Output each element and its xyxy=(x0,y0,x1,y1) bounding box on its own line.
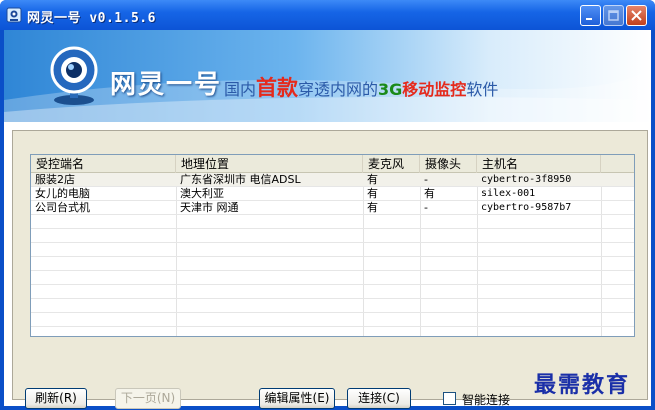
column-header-camera[interactable]: 摄像头 xyxy=(420,155,477,173)
empty-row xyxy=(31,215,634,229)
cell-hostname: cybertro-3f8950 xyxy=(481,174,572,185)
table-row[interactable]: 女儿的电脑 澳大利亚 有 有 silex-001 xyxy=(31,187,634,201)
cell-microphone: 有 xyxy=(367,187,378,200)
app-window: 网灵一号 v0.1.5.6 网灵一号 国内首款穿透内网的3G移动监控软件 受控端… xyxy=(0,0,655,410)
client-list[interactable]: 受控端名 地理位置 麦克风 摄像头 主机名 服装2店 广东省深圳市 电信ADSL xyxy=(30,154,635,337)
main-panel: 受控端名 地理位置 麦克风 摄像头 主机名 服装2店 广东省深圳市 电信ADSL xyxy=(12,130,648,409)
close-icon xyxy=(631,10,642,21)
watermark-text: 最需教育 xyxy=(534,372,631,398)
cell-hostname: silex-001 xyxy=(481,188,536,199)
cell-location: 广东省深圳市 电信ADSL xyxy=(180,173,301,186)
banner: 网灵一号 国内首款穿透内网的3G移动监控软件 xyxy=(4,30,651,122)
column-header-name[interactable]: 受控端名 xyxy=(31,155,176,173)
title-bar[interactable]: 网灵一号 v0.1.5.6 xyxy=(0,0,655,30)
cell-location: 天津市 网通 xyxy=(180,201,239,214)
cell-hostname: cybertro-9587b7 xyxy=(481,202,572,213)
app-icon xyxy=(6,7,22,23)
empty-row xyxy=(31,257,634,271)
slogan-first: 首款 xyxy=(256,76,299,100)
slogan-mobile: 移动监控 xyxy=(402,80,467,99)
webcam-logo-icon xyxy=(50,46,98,105)
slogan-pre: 国内 xyxy=(224,80,257,99)
refresh-button[interactable]: 刷新(R) xyxy=(25,388,87,409)
empty-row xyxy=(31,285,634,299)
column-header-microphone[interactable]: 麦克风 xyxy=(363,155,420,173)
slogan: 国内首款穿透内网的3G移动监控软件 xyxy=(224,72,498,102)
column-header-filler xyxy=(601,155,634,173)
cell-name: 服装2店 xyxy=(35,173,75,186)
cell-name: 公司台式机 xyxy=(35,201,90,214)
column-header-hostname[interactable]: 主机名 xyxy=(477,155,601,173)
next-page-button: 下一页(N) xyxy=(115,388,181,409)
smart-connect-label[interactable]: 智能连接 xyxy=(462,391,510,408)
empty-row xyxy=(31,313,634,327)
list-header: 受控端名 地理位置 麦克风 摄像头 主机名 xyxy=(31,155,634,173)
empty-row xyxy=(31,299,634,313)
column-header-location[interactable]: 地理位置 xyxy=(176,155,363,173)
cell-microphone: 有 xyxy=(367,173,378,186)
minimize-button[interactable] xyxy=(580,5,601,26)
maximize-button xyxy=(603,5,624,26)
cell-camera: 有 xyxy=(424,187,435,200)
cell-microphone: 有 xyxy=(367,201,378,214)
list-rows: 服装2店 广东省深圳市 电信ADSL 有 - cybertro-3f8950 女… xyxy=(31,173,634,336)
edit-properties-button[interactable]: 编辑属性(E) xyxy=(259,388,335,409)
client-area: 网灵一号 国内首款穿透内网的3G移动监控软件 受控端名 地理位置 麦克风 摄像头… xyxy=(4,30,651,409)
connect-button[interactable]: 连接(C) xyxy=(347,388,411,409)
slogan-mid: 穿透内网的 xyxy=(298,80,379,99)
table-row[interactable]: 公司台式机 天津市 网通 有 - cybertro-9587b7 xyxy=(31,201,634,215)
slogan-3g: 3G xyxy=(378,80,403,99)
table-row[interactable]: 服装2店 广东省深圳市 电信ADSL 有 - cybertro-3f8950 xyxy=(31,173,634,187)
cell-name: 女儿的电脑 xyxy=(35,187,90,200)
empty-row xyxy=(31,271,634,285)
cell-camera: - xyxy=(424,173,428,186)
minimize-icon xyxy=(586,18,592,20)
cell-location: 澳大利亚 xyxy=(180,187,224,200)
empty-row xyxy=(31,243,634,257)
slogan-post: 软件 xyxy=(466,80,499,99)
smart-connect-checkbox[interactable] xyxy=(443,392,456,405)
close-button[interactable] xyxy=(626,5,647,26)
maximize-icon xyxy=(608,10,619,21)
window-title: 网灵一号 v0.1.5.6 xyxy=(27,11,156,26)
cell-camera: - xyxy=(424,201,428,214)
brand-name: 网灵一号 xyxy=(110,70,223,100)
empty-row xyxy=(31,229,634,243)
